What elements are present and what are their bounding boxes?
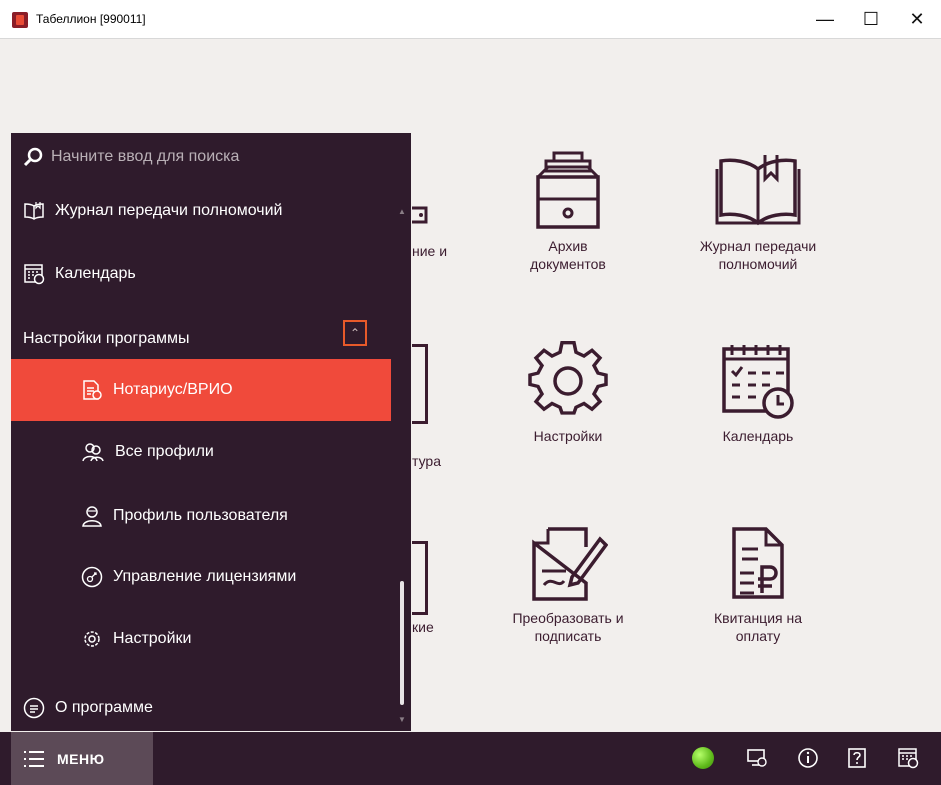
window-titlebar: Табеллион [990011] — ☐ ✕ (0, 0, 941, 39)
app-logo-icon (12, 12, 28, 28)
menu-item-label: Профиль пользователя (113, 507, 288, 524)
menu-item-about[interactable]: О программе (23, 697, 153, 719)
tile-convert-sign[interactable]: Преобразовать и подписать (488, 523, 648, 645)
book-icon (715, 155, 801, 226)
hamburger-icon (24, 750, 44, 767)
profiles-icon (82, 443, 104, 462)
tile-journal-label: Журнал передачи полномочий (699, 238, 817, 272)
menu-item-label: Управление лицензиями (113, 568, 297, 585)
scroll-up-arrow-icon[interactable]: ▲ (398, 207, 406, 216)
calendar-icon (722, 345, 794, 419)
close-button[interactable]: ✕ (894, 0, 940, 38)
section-program-settings[interactable]: Настройки программы (11, 319, 391, 359)
section-label: Настройки программы (23, 330, 190, 347)
menu-item-journal[interactable]: Журнал передачи полномочий (23, 201, 282, 221)
tile-receipt[interactable]: Квитанция на оплату (678, 523, 838, 645)
minimize-button[interactable]: — (802, 0, 848, 38)
maximize-button[interactable]: ☐ (848, 0, 894, 38)
menu-button[interactable]: МЕНЮ (11, 732, 153, 785)
partial-tile-label[interactable]: ние и (412, 243, 447, 259)
menu-search[interactable]: Начните ввод для поиска (23, 147, 239, 167)
menu-item-label: Журнал передачи полномочий (55, 202, 283, 219)
archive-icon (536, 151, 600, 229)
gear-icon (84, 631, 100, 647)
menu-item-licenses[interactable]: Управление лицензиями (81, 566, 296, 588)
window-title: Табеллион [990011] (36, 12, 146, 26)
partial-tile-icon (412, 202, 432, 232)
book-icon (24, 202, 44, 220)
tile-settings[interactable]: Настройки (488, 341, 648, 445)
info-icon[interactable] (795, 745, 821, 771)
receipt-icon (732, 527, 784, 599)
calendar-icon (24, 264, 45, 285)
tile-archive[interactable]: Архив документов (488, 149, 648, 273)
menu-item-label: Нотариус/ВРИО (113, 381, 233, 398)
tile-receipt-label: Квитанция на оплату (713, 610, 802, 644)
about-icon (23, 697, 45, 719)
remote-desktop-icon[interactable] (744, 745, 770, 771)
bottom-toolbar: МЕНЮ (0, 732, 941, 785)
partial-tile-label[interactable]: тура (412, 453, 441, 469)
calendar-icon[interactable] (895, 745, 921, 771)
status-online-icon[interactable] (692, 747, 714, 769)
help-icon[interactable] (844, 745, 870, 771)
search-placeholder: Начните ввод для поиска (51, 148, 240, 165)
notary-doc-icon (83, 380, 102, 400)
menu-item-all-profiles[interactable]: Все профили (81, 441, 214, 463)
menu-item-calendar[interactable]: Календарь (23, 263, 136, 285)
tile-calendar-label: Календарь (722, 428, 794, 444)
menu-button-label: МЕНЮ (57, 750, 105, 767)
partial-tile-icon (412, 541, 428, 615)
partial-tile-icon (412, 344, 428, 424)
user-profile-icon (82, 506, 102, 527)
menu-item-label: О программе (55, 699, 153, 716)
scroll-thumb[interactable] (400, 581, 404, 705)
partial-tile-label[interactable]: кие (412, 619, 434, 635)
menu-item-label: Все профили (115, 443, 214, 460)
tile-settings-label: Настройки (533, 428, 603, 444)
license-icon (81, 566, 103, 588)
tile-journal[interactable]: Журнал передачи полномочий (678, 149, 838, 273)
double-chevron-up-icon[interactable]: ⌃ (343, 320, 367, 346)
scroll-down-arrow-icon[interactable]: ▼ (398, 715, 406, 724)
gear-icon (528, 341, 608, 415)
menu-item-label: Календарь (55, 265, 136, 282)
menu-item-label: Настройки (113, 630, 192, 647)
tile-archive-label: Архив документов (530, 238, 606, 272)
menu-item-notary[interactable]: Нотариус/ВРИО (11, 359, 391, 421)
sign-document-icon (532, 527, 608, 601)
menu-scrollbar[interactable]: ▲ ▼ (395, 133, 411, 731)
tile-convert-sign-label: Преобразовать и подписать (512, 610, 624, 644)
menu-item-settings[interactable]: Настройки (81, 628, 191, 650)
side-menu: Начните ввод для поиска Журнал передачи … (11, 133, 411, 731)
menu-item-user-profile[interactable]: Профиль пользователя (81, 505, 288, 527)
tile-calendar[interactable]: Календарь (678, 341, 838, 445)
search-icon (23, 147, 43, 167)
